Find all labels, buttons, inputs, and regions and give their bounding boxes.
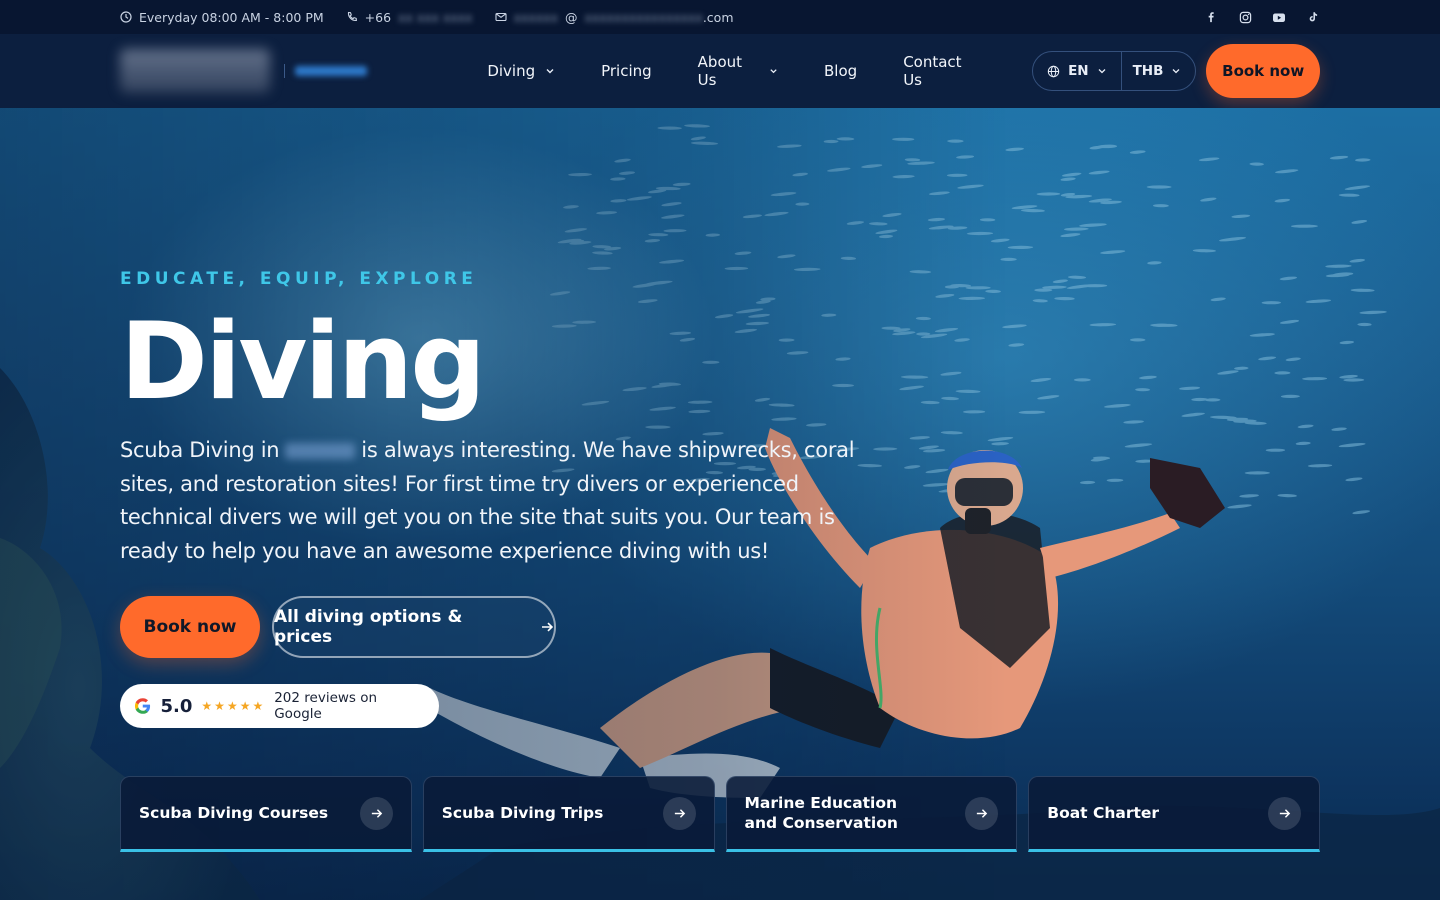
email-link[interactable]: xxxxxx @ xxxxxxxxxxxxxxxx .com: [495, 10, 734, 25]
card-label: Scuba Diving Trips: [441, 804, 604, 822]
book-now-button[interactable]: Book now: [1206, 44, 1320, 98]
options-label: All diving options & prices: [274, 607, 463, 647]
tiktok-icon[interactable]: [1306, 10, 1320, 24]
language-select[interactable]: EN: [1033, 52, 1121, 90]
instagram-icon[interactable]: [1238, 10, 1252, 24]
hero-section: EDUCATE, EQUIP, EXPLORE Diving Scuba Div…: [0, 108, 1440, 900]
star-rating: ★★★★★: [201, 699, 266, 713]
nav-item-pricing[interactable]: Pricing: [601, 62, 652, 80]
google-reviews-badge[interactable]: 5.0 ★★★★★ 202 reviews on Google: [120, 684, 439, 728]
nav-item-label: Blog: [824, 62, 858, 80]
chevron-down-icon: [1098, 69, 1106, 74]
card-scuba-diving-trips[interactable]: Scuba Diving Trips: [422, 776, 715, 852]
phone-link[interactable]: +66 xx xxx xxxx: [346, 10, 473, 25]
google-icon: [134, 698, 151, 714]
youtube-icon[interactable]: [1272, 10, 1286, 24]
arrow-right-icon: [965, 796, 999, 830]
logo-mark-redacted: [120, 49, 270, 93]
social-links: [1204, 10, 1320, 24]
language-value: EN: [1068, 63, 1089, 79]
email-user-redacted: xxxxxx: [513, 9, 558, 25]
hero-eyebrow: EDUCATE, EQUIP, EXPLORE: [120, 269, 478, 289]
arrow-right-icon: [359, 796, 393, 830]
email-at: @: [564, 9, 578, 25]
logo-tagline-redacted: [295, 66, 367, 76]
globe-icon: [1047, 65, 1060, 77]
hero-desc-start: Scuba Diving in: [120, 438, 280, 462]
email-domain-redacted: xxxxxxxxxxxxxxxx: [584, 9, 703, 25]
phone-number-redacted: xx xxx xxxx: [398, 9, 473, 25]
hero-title: Diving: [120, 300, 486, 423]
main-navigation: Diving Pricing About Us Blog Contact Us …: [0, 34, 1440, 108]
opening-hours: Everyday 08:00 AM - 8:00 PM: [120, 10, 324, 25]
all-diving-options-button[interactable]: All diving options & prices: [272, 596, 556, 658]
location-redacted: [285, 443, 356, 459]
nav-item-about-us[interactable]: About Us: [698, 53, 778, 89]
service-cards: Scuba Diving Courses Scuba Diving Trips …: [120, 776, 1320, 852]
card-boat-charter[interactable]: Boat Charter: [1028, 776, 1320, 852]
hero-description: Scuba Diving in is always interesting. We…: [120, 434, 880, 568]
card-label: Boat Charter: [1047, 804, 1160, 822]
chevron-down-icon: [770, 69, 777, 74]
card-scuba-diving-courses[interactable]: Scuba Diving Courses: [120, 776, 412, 852]
top-info-bar: Everyday 08:00 AM - 8:00 PM +66 xx xxx x…: [0, 0, 1440, 34]
site-logo[interactable]: [120, 49, 411, 93]
chevron-down-icon: [1172, 69, 1180, 74]
locale-selector: EN THB: [1032, 51, 1197, 91]
nav-menu: Diving Pricing About Us Blog Contact Us: [487, 53, 978, 89]
hours-text: Everyday 08:00 AM - 8:00 PM: [139, 9, 324, 25]
contact-info: Everyday 08:00 AM - 8:00 PM +66 xx xxx x…: [120, 10, 734, 25]
nav-item-label: Pricing: [601, 62, 652, 80]
facebook-icon[interactable]: [1204, 10, 1218, 24]
nav-item-label: About Us: [697, 53, 743, 89]
arrow-right-icon: [662, 796, 696, 830]
chevron-down-icon: [546, 69, 554, 74]
card-label: Scuba Diving Courses: [139, 804, 329, 822]
card-label: Marine Education and Conservation: [744, 794, 898, 832]
mail-icon: [495, 12, 507, 22]
nav-item-label: Diving: [487, 62, 536, 80]
rating-value: 5.0: [160, 695, 193, 717]
card-marine-education[interactable]: Marine Education and Conservation: [725, 776, 1018, 852]
arrow-right-icon: [542, 622, 554, 632]
phone-prefix: +66: [364, 9, 392, 25]
nav-item-contact-us[interactable]: Contact Us: [903, 53, 978, 89]
nav-item-diving[interactable]: Diving: [487, 62, 555, 80]
logo-divider: [284, 64, 285, 78]
nav-item-blog[interactable]: Blog: [824, 62, 857, 80]
hero-book-now-button[interactable]: Book now: [120, 596, 260, 658]
currency-select[interactable]: THB: [1120, 52, 1196, 90]
arrow-right-icon: [1268, 796, 1301, 830]
nav-item-label: Contact Us: [903, 53, 962, 89]
phone-icon: [347, 11, 357, 21]
reviews-count-text: 202 reviews on Google: [274, 690, 378, 722]
clock-icon: [120, 11, 132, 23]
currency-value: THB: [1132, 63, 1164, 79]
email-suffix: .com: [702, 9, 734, 25]
